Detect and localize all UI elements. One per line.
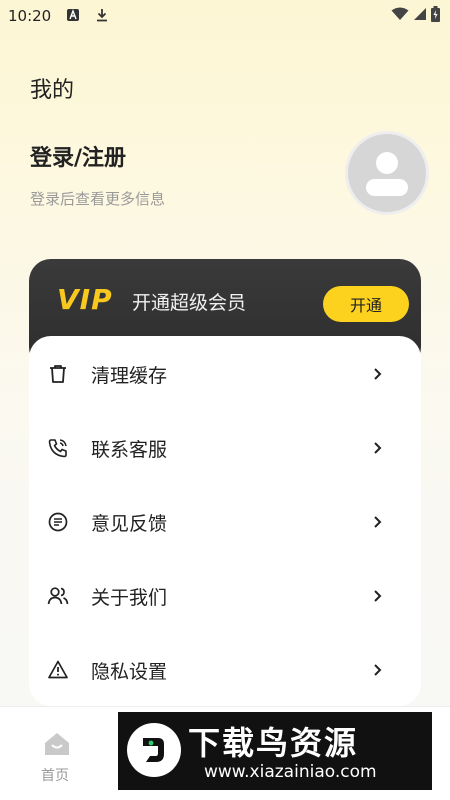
nav-home[interactable]: 首页 [32,725,82,785]
chevron-right-icon [374,442,382,454]
phone-icon [48,439,67,458]
trash-icon [50,365,66,383]
notification-a-icon [67,9,79,21]
vip-text: 开通超级会员 [132,292,247,314]
watermark-url: www.xiazainiao.com [204,762,377,782]
users-icon [47,587,69,605]
page-title: 我的 [30,78,75,103]
menu-item-privacy-settings[interactable]: 隐私设置 [29,633,421,707]
chevron-right-icon [374,368,382,380]
status-bar: 10:20 [0,0,450,32]
nav-home-label: 首页 [41,768,69,784]
menu-item-contact-service[interactable]: 联系客服 [29,411,421,485]
status-time: 10:20 [8,7,52,25]
watermark-title: 下载鸟资源 [188,724,359,762]
battery-icon [431,6,440,22]
menu-item-label: 清理缓存 [91,364,168,387]
watermark-banner: 下载鸟资源 www.xiazainiao.com [118,712,432,790]
login-subtitle: 登录后查看更多信息 [30,190,166,208]
vip-open-button[interactable]: 开通 [323,286,409,322]
home-icon [45,733,69,755]
login-register-link[interactable]: 登录/注册 [30,140,126,172]
feedback-icon [48,512,68,532]
bird-logo-icon [127,723,181,777]
chevron-right-icon [374,664,382,676]
menu-item-about-us[interactable]: 关于我们 [29,559,421,633]
vip-logo: VIP [57,283,113,316]
download-icon [97,9,107,22]
menu-item-clear-cache[interactable]: 清理缓存 [29,337,421,411]
signal-icon [414,8,426,20]
chevron-right-icon [374,516,382,528]
wifi-icon [391,7,409,20]
user-avatar-icon [366,152,408,196]
menu-item-label: 关于我们 [91,586,168,609]
avatar[interactable] [345,131,429,215]
menu-card: 清理缓存 联系客服 意见反馈 关于我们 隐私设置 [29,336,421,706]
menu-item-label: 隐私设置 [91,660,168,683]
chevron-right-icon [374,590,382,602]
menu-item-label: 意见反馈 [91,512,168,535]
warning-icon [48,660,68,679]
menu-item-feedback[interactable]: 意见反馈 [29,485,421,559]
menu-item-label: 联系客服 [91,438,168,461]
